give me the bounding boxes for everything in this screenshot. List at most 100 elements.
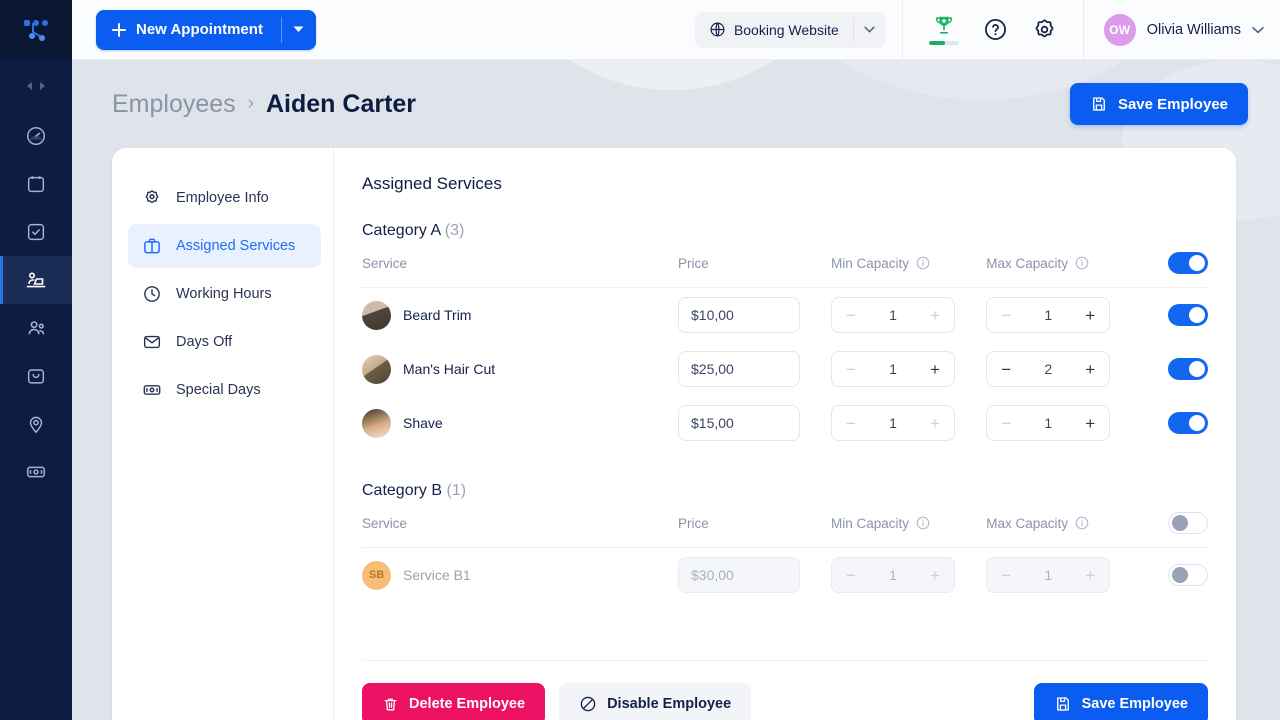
save-employee-button-top[interactable]: Save Employee bbox=[1069, 83, 1248, 125]
column-header-toggle-all bbox=[1141, 252, 1208, 288]
column-header-min-capacity: Min Capacity bbox=[831, 252, 987, 288]
delete-employee-button[interactable]: Delete Employee bbox=[362, 683, 546, 720]
column-header-service: Service bbox=[362, 512, 678, 548]
new-appointment-button[interactable]: New Appointment bbox=[96, 10, 281, 50]
sidebar-item-finance[interactable] bbox=[0, 448, 72, 496]
max-capacity-value: 2 bbox=[1044, 361, 1053, 377]
save-icon bbox=[1056, 697, 1069, 711]
min-increment-button[interactable]: + bbox=[925, 305, 945, 325]
service-toggle[interactable] bbox=[1168, 304, 1208, 326]
service-name: Man's Hair Cut bbox=[403, 361, 496, 377]
tab-days-off[interactable]: Days Off bbox=[128, 320, 321, 364]
min-capacity-label: Min Capacity bbox=[831, 255, 910, 271]
max-decrement-button[interactable]: − bbox=[996, 413, 1016, 433]
min-decrement-button[interactable]: − bbox=[841, 413, 861, 433]
service-avatar bbox=[362, 300, 391, 330]
min-capacity-value: 1 bbox=[889, 567, 897, 583]
max-increment-button[interactable]: + bbox=[1080, 305, 1100, 325]
breadcrumb-parent-link[interactable]: Employees bbox=[112, 90, 236, 119]
new-appointment-label: New Appointment bbox=[136, 21, 263, 38]
column-header-max-capacity: Max Capacity bbox=[986, 252, 1142, 288]
max-capacity-cell: − 1 + bbox=[986, 396, 1141, 450]
info-icon[interactable] bbox=[1075, 256, 1089, 270]
tab-working-hours[interactable]: Working Hours bbox=[128, 272, 321, 316]
table-row: Beard Trim − 1 + bbox=[362, 288, 1208, 343]
price-input[interactable] bbox=[678, 405, 800, 441]
disable-employee-button[interactable]: Disable Employee bbox=[559, 683, 752, 720]
min-capacity-cell: − 1 + bbox=[831, 396, 986, 450]
booking-website-button[interactable]: Booking Website bbox=[695, 12, 853, 48]
price-input[interactable] bbox=[678, 557, 800, 593]
banknote-icon bbox=[143, 385, 161, 395]
sidebar-item-dashboard[interactable] bbox=[0, 112, 72, 160]
breadcrumb: Employees › Aiden Carter bbox=[112, 90, 416, 119]
collapse-sidebar-button[interactable] bbox=[0, 60, 72, 112]
service-cell: SB Service B1 bbox=[362, 548, 678, 603]
category-b-toggle-all[interactable] bbox=[1168, 512, 1208, 534]
max-capacity-value: 1 bbox=[1044, 567, 1053, 583]
sidebar-item-calendar[interactable] bbox=[0, 160, 72, 208]
category-b-title: Category B (1) bbox=[362, 482, 1208, 500]
page-title: Aiden Carter bbox=[266, 89, 417, 118]
min-decrement-button[interactable]: − bbox=[841, 565, 861, 585]
new-appointment-dropdown-button[interactable] bbox=[282, 10, 316, 50]
min-increment-button[interactable]: + bbox=[925, 413, 945, 433]
max-increment-button[interactable]: + bbox=[1080, 565, 1100, 585]
sidebar-item-employees[interactable] bbox=[0, 256, 72, 304]
booking-website-dropdown-button[interactable] bbox=[854, 12, 886, 48]
service-toggle[interactable] bbox=[1168, 564, 1208, 586]
gear-icon bbox=[1035, 19, 1054, 38]
tab-employee-info[interactable]: Employee Info bbox=[128, 176, 321, 220]
tab-special-days[interactable]: Special Days bbox=[128, 368, 321, 412]
table-header-row: Service Price Min Capacity Max Capacity bbox=[362, 512, 1208, 548]
service-toggle[interactable] bbox=[1168, 358, 1208, 380]
gear-icon bbox=[145, 190, 159, 204]
save-employee-label-top: Save Employee bbox=[1117, 95, 1228, 113]
sidebar-item-locations[interactable] bbox=[0, 400, 72, 448]
min-capacity-stepper: − 1 + bbox=[831, 297, 955, 333]
max-increment-button[interactable]: + bbox=[1080, 413, 1100, 433]
trophy-progress-button[interactable] bbox=[928, 14, 959, 45]
user-menu-button[interactable]: OW Olivia Williams bbox=[1084, 13, 1264, 46]
employee-card: Employee Info Assigned Services Working … bbox=[112, 148, 1236, 720]
price-cell bbox=[678, 548, 831, 603]
user-name-label: Olivia Williams bbox=[1146, 21, 1241, 38]
min-decrement-button[interactable]: − bbox=[841, 359, 861, 379]
info-icon[interactable] bbox=[916, 516, 930, 530]
info-icon[interactable] bbox=[1075, 516, 1089, 530]
delete-employee-label: Delete Employee bbox=[409, 696, 526, 712]
min-decrement-button[interactable]: − bbox=[841, 305, 861, 325]
sidebar-item-tasks[interactable] bbox=[0, 208, 72, 256]
info-icon[interactable] bbox=[916, 256, 930, 270]
min-increment-button[interactable]: + bbox=[925, 565, 945, 585]
employee-tabs: Employee Info Assigned Services Working … bbox=[112, 148, 334, 720]
sidebar-item-packages[interactable] bbox=[0, 352, 72, 400]
category-a-toggle-all[interactable] bbox=[1168, 252, 1208, 274]
service-toggle[interactable] bbox=[1168, 412, 1208, 434]
save-employee-button-bottom[interactable]: Save Employee bbox=[1033, 683, 1208, 720]
max-decrement-button[interactable]: − bbox=[996, 359, 1016, 379]
booking-website-button-group: Booking Website bbox=[694, 11, 886, 48]
max-capacity-stepper: − 1 + bbox=[986, 405, 1111, 441]
toggle-cell bbox=[1141, 342, 1208, 396]
toggle-cell bbox=[1141, 288, 1208, 343]
min-increment-button[interactable]: + bbox=[925, 359, 945, 379]
price-input[interactable] bbox=[678, 297, 800, 333]
column-header-price: Price bbox=[678, 252, 831, 288]
max-decrement-button[interactable]: − bbox=[996, 565, 1016, 585]
help-button[interactable] bbox=[983, 17, 1008, 42]
app-logo[interactable] bbox=[0, 0, 72, 60]
max-increment-button[interactable]: + bbox=[1080, 359, 1100, 379]
breadcrumb-separator: › bbox=[247, 93, 254, 114]
price-input[interactable] bbox=[678, 351, 800, 387]
service-name: Beard Trim bbox=[403, 307, 472, 323]
tab-assigned-services[interactable]: Assigned Services bbox=[128, 224, 321, 268]
settings-button[interactable] bbox=[1032, 17, 1057, 42]
column-header-service: Service bbox=[362, 252, 678, 288]
service-cell: Man's Hair Cut bbox=[362, 342, 678, 396]
trophy-icon bbox=[935, 16, 952, 34]
max-decrement-button[interactable]: − bbox=[996, 305, 1016, 325]
sidebar-item-customers[interactable] bbox=[0, 304, 72, 352]
tab-special-days-label: Special Days bbox=[176, 382, 261, 398]
service-avatar: SB bbox=[362, 560, 391, 590]
